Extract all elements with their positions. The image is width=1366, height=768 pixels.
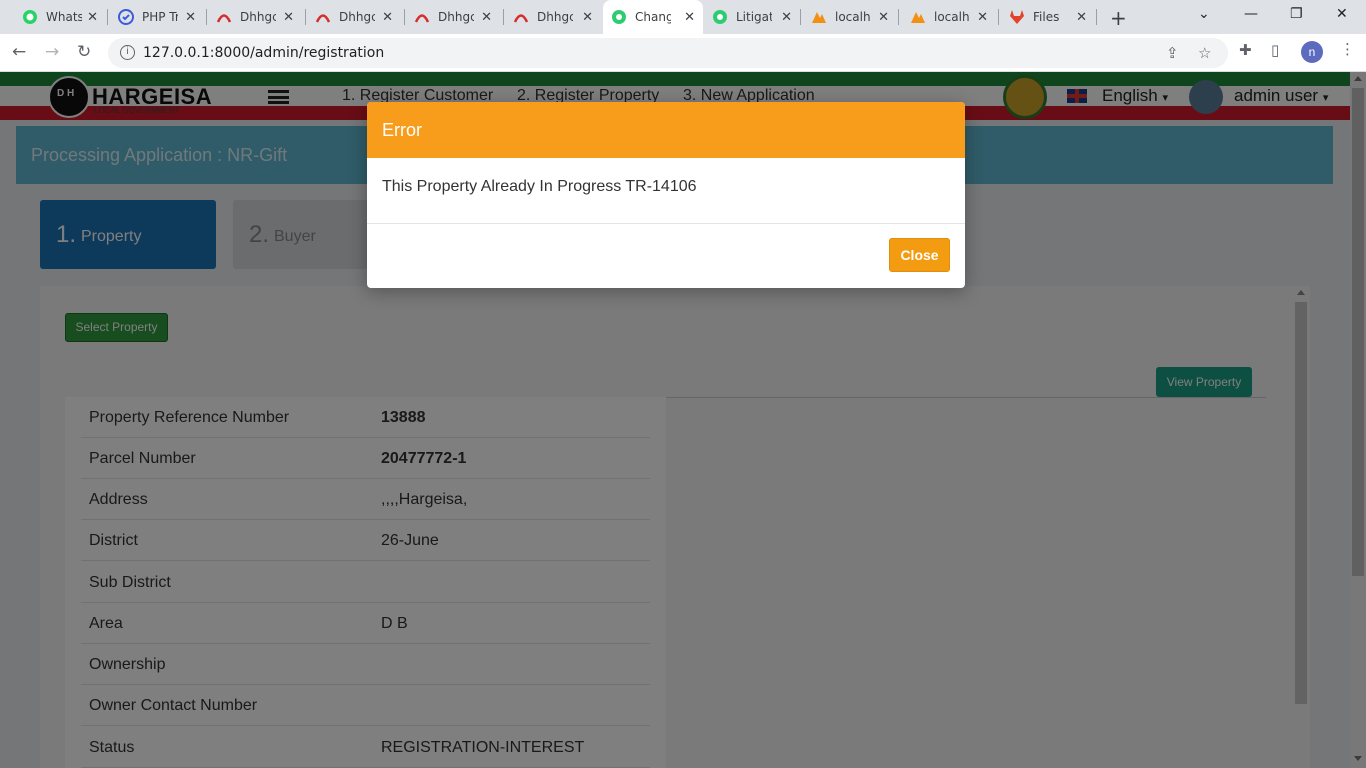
dhhgc-icon <box>315 9 331 25</box>
bookmark-star-icon[interactable]: ☆ <box>1198 44 1211 62</box>
browser-tab[interactable]: Dhhgc ✕ <box>307 0 401 34</box>
close-tab-icon[interactable]: ✕ <box>878 10 889 25</box>
maximize-icon[interactable]: ❐ <box>1290 6 1303 22</box>
forward-icon[interactable]: → <box>45 42 59 62</box>
dhhgc-icon <box>216 9 232 25</box>
close-tab-icon[interactable]: ✕ <box>185 10 196 25</box>
close-window-icon[interactable]: ✕ <box>1336 6 1348 22</box>
extensions-icon[interactable]: ✚ <box>1239 41 1252 59</box>
back-icon[interactable]: ← <box>12 42 26 62</box>
close-tab-icon[interactable]: ✕ <box>582 10 593 25</box>
close-tab-icon[interactable]: ✕ <box>87 10 98 25</box>
close-tab-icon[interactable]: ✕ <box>382 10 393 25</box>
browser-tab[interactable]: localhc ✕ <box>902 0 996 34</box>
url-text[interactable]: 127.0.0.1:8000/admin/registration <box>143 45 384 61</box>
close-tab-icon[interactable]: ✕ <box>1076 10 1087 25</box>
app-icon <box>712 9 728 25</box>
browser-toolbar: ← → ↻ i 127.0.0.1:8000/admin/registratio… <box>0 34 1366 72</box>
browser-tab[interactable]: Whats ✕ <box>14 0 106 34</box>
close-tab-icon[interactable]: ✕ <box>481 10 492 25</box>
browser-tab[interactable]: PHP Tr ✕ <box>110 0 204 34</box>
browser-tab[interactable]: localhc ✕ <box>803 0 897 34</box>
divider <box>367 223 965 224</box>
gitlab-icon <box>1009 9 1025 25</box>
close-tab-icon[interactable]: ✕ <box>781 10 792 25</box>
new-tab-icon[interactable]: + <box>1110 6 1130 30</box>
phpmyadmin-icon <box>910 9 926 25</box>
browser-tab[interactable]: Files ✕ <box>1001 0 1095 34</box>
tab-search-icon[interactable]: ⌄ <box>1198 6 1210 22</box>
menu-kebab-icon[interactable]: ⋮ <box>1340 40 1355 58</box>
browser-tab[interactable]: Dhhgc ✕ <box>505 0 601 34</box>
whatsapp-icon <box>22 9 38 25</box>
browser-tab[interactable]: Dhhgc ✕ <box>208 0 302 34</box>
close-tab-icon[interactable]: ✕ <box>283 10 294 25</box>
browser-tab[interactable]: Dhhgc ✕ <box>406 0 500 34</box>
site-info-icon[interactable]: i <box>120 45 135 60</box>
profile-avatar[interactable]: n <box>1301 41 1323 63</box>
dhhgc-icon <box>414 9 430 25</box>
close-tab-icon[interactable]: ✕ <box>977 10 988 25</box>
error-modal: Error This Property Already In Progress … <box>367 102 965 288</box>
phpmyadmin-icon <box>811 9 827 25</box>
address-bar[interactable]: i 127.0.0.1:8000/admin/registration ⇪ ☆ <box>108 38 1228 68</box>
modal-title: Error <box>382 120 422 140</box>
modal-header: Error <box>367 102 965 158</box>
reload-icon[interactable]: ↻ <box>77 42 91 62</box>
close-button[interactable]: Close <box>889 238 950 272</box>
browser-tab[interactable]: Litigat ✕ <box>704 0 800 34</box>
minimize-icon[interactable]: — <box>1244 6 1258 22</box>
dhhgc-icon <box>513 9 529 25</box>
side-panel-icon[interactable]: ▯ <box>1271 41 1279 59</box>
browser-tab-strip: Whats ✕ PHP Tr ✕ Dhhgc ✕ Dhhgc ✕ Dhhgc ✕… <box>0 0 1366 34</box>
php-icon <box>118 9 134 25</box>
share-icon[interactable]: ⇪ <box>1166 44 1179 62</box>
close-tab-icon[interactable]: ✕ <box>684 10 695 25</box>
modal-message: This Property Already In Progress TR-141… <box>382 178 697 195</box>
app-icon <box>611 9 627 25</box>
browser-tab-active[interactable]: Chang ✕ <box>603 0 703 34</box>
